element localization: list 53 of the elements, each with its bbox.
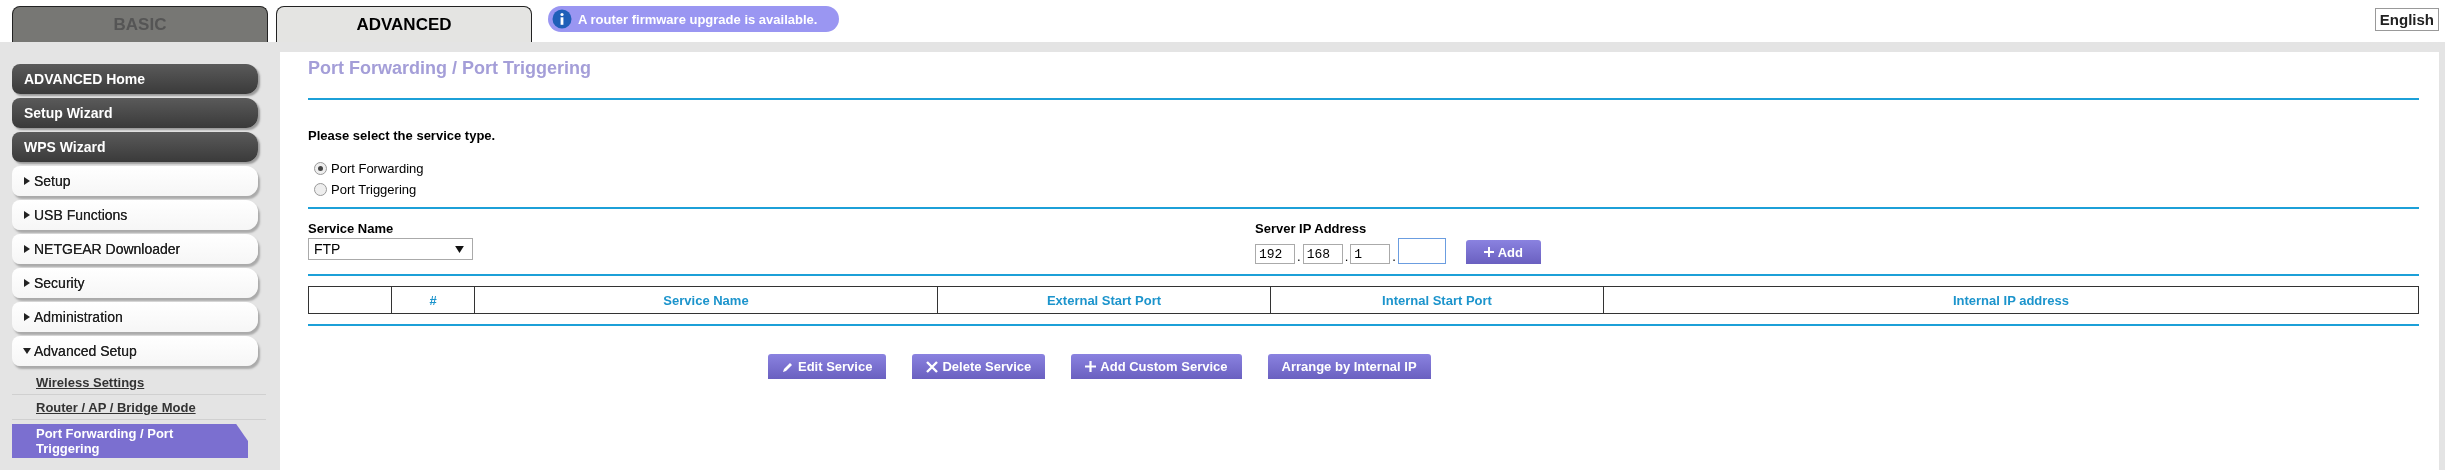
triangle-icon	[23, 279, 31, 287]
field-label: Service Name	[308, 221, 395, 236]
submenu-link[interactable]: Router / AP / Bridge Mode	[12, 395, 266, 420]
dot-separator: .	[1297, 249, 1301, 264]
triangle-icon	[23, 177, 31, 185]
column-header: External Start Port	[937, 286, 1271, 314]
action-button[interactable]: Add Custom Service	[1071, 354, 1242, 379]
triangle-icon	[23, 211, 31, 219]
info-icon	[552, 9, 572, 29]
field-label: Server IP Address	[1255, 221, 1368, 236]
menu-item[interactable]: ADVANCED Home	[12, 64, 258, 94]
menu-section[interactable]: USB Functions	[12, 200, 258, 230]
menu-section[interactable]: Administration	[12, 302, 258, 332]
menu-section[interactable]: NETGEAR Downloader	[12, 234, 258, 264]
add-button[interactable]: Add	[1465, 240, 1541, 264]
submenu-link[interactable]: Wireless Settings	[12, 370, 266, 395]
prompt-text: Please select the service type.	[308, 128, 497, 143]
triangle-icon	[23, 245, 31, 253]
action-button[interactable]: Arrange by Internal IP	[1267, 354, 1431, 379]
column-header: Internal IP address	[1603, 286, 2419, 314]
menu-section[interactable]: Setup	[12, 166, 258, 196]
language-select[interactable]: English	[2374, 8, 2439, 31]
plus-icon	[1483, 247, 1494, 257]
menu-section[interactable]: Security	[12, 268, 258, 298]
column-header: Internal Start Port	[1270, 286, 1604, 314]
ip-field[interactable]	[1397, 238, 1446, 264]
dot-separator: .	[1344, 249, 1349, 264]
service-select[interactable]: FTP	[308, 238, 473, 260]
page-title: Port Forwarding / Port Triggering	[308, 57, 592, 80]
radio-label: Port Triggering	[331, 182, 417, 197]
menu-item[interactable]: WPS Wizard	[12, 132, 258, 162]
ip-field[interactable]: 192	[1255, 244, 1295, 264]
ip-field[interactable]: 168	[1302, 244, 1343, 264]
radio-button[interactable]	[314, 183, 327, 196]
plus-icon	[1085, 361, 1097, 372]
triangle-icon	[23, 313, 31, 321]
action-button[interactable]: Edit Service	[768, 354, 887, 379]
submenu-link[interactable]: Port Forwarding / Port Triggering	[12, 424, 248, 458]
column-header: #	[391, 286, 475, 314]
menu-section[interactable]: Advanced Setup	[12, 336, 258, 366]
triangle-icon	[23, 347, 31, 355]
notice-text: A router firmware upgrade is available.	[578, 11, 818, 27]
radio-button[interactable]	[314, 162, 327, 175]
ip-field[interactable]: 1	[1350, 244, 1391, 264]
dot-separator: .	[1392, 249, 1396, 264]
pencil-icon	[782, 360, 794, 373]
close-icon	[926, 360, 939, 373]
nav-tab[interactable]: ADVANCED	[276, 6, 532, 42]
radio-label: Port Forwarding	[331, 161, 424, 176]
dropdown-icon	[455, 245, 464, 253]
action-button[interactable]: Delete Service	[912, 354, 1046, 379]
menu-item[interactable]: Setup Wizard	[12, 98, 258, 128]
column-header: Service Name	[474, 286, 938, 314]
